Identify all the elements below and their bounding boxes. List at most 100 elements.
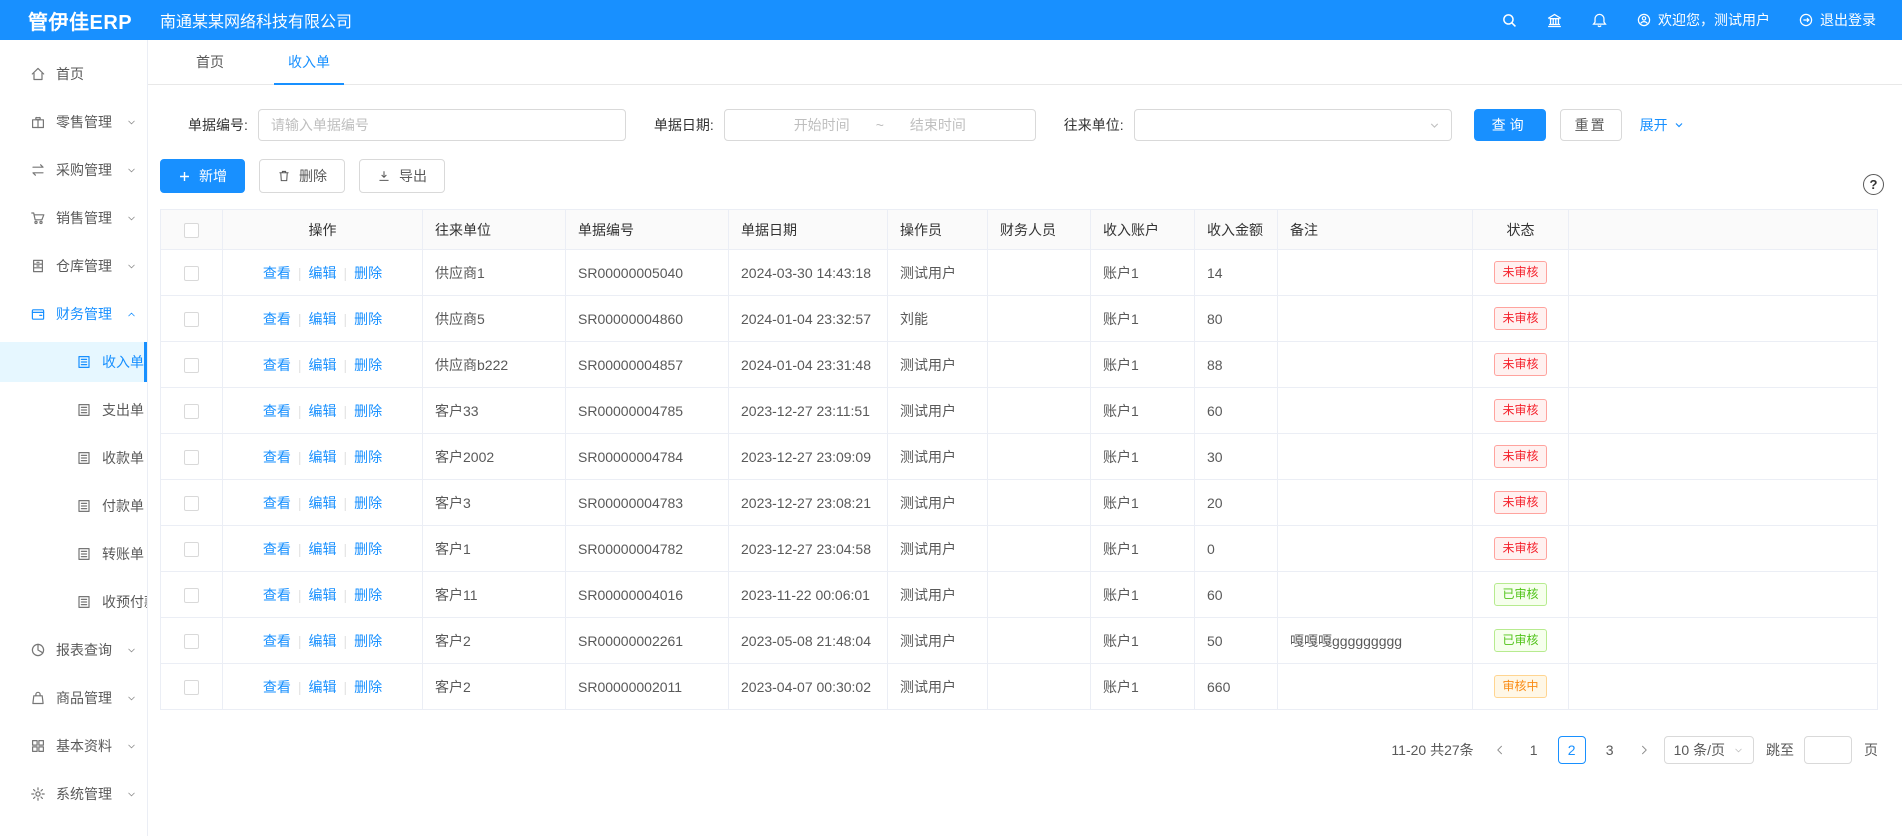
chevron-down-icon	[126, 261, 137, 272]
action-delete-link[interactable]: 删除	[354, 541, 382, 557]
help-icon[interactable]: ?	[1863, 174, 1884, 195]
action-view-link[interactable]: 查看	[263, 495, 291, 511]
bank-icon[interactable]	[1546, 12, 1563, 29]
sidebar-item-expense[interactable]: 支出单	[0, 390, 147, 430]
row-filler	[1569, 296, 1878, 342]
sidebar-item-warehouse[interactable]: 仓库管理	[0, 246, 147, 286]
delete-button[interactable]: 删除	[259, 159, 345, 193]
date-start-placeholder: 开始时间	[794, 115, 850, 135]
page-button-1[interactable]: 1	[1520, 736, 1548, 764]
action-divider: |	[344, 495, 348, 511]
sidebar-item-receipt[interactable]: 收款单	[0, 438, 147, 478]
action-view-link[interactable]: 查看	[263, 265, 291, 281]
action-delete-link[interactable]: 删除	[354, 495, 382, 511]
action-view-link[interactable]: 查看	[263, 679, 291, 695]
partner-select[interactable]	[1134, 109, 1452, 141]
search-button[interactable]: 查询	[1474, 109, 1546, 141]
add-button[interactable]: 新增	[160, 159, 245, 193]
doc-no-input[interactable]	[258, 109, 626, 141]
action-view-link[interactable]: 查看	[263, 449, 291, 465]
sidebar-item-payment[interactable]: 付款单	[0, 486, 147, 526]
logout-button[interactable]: 退出登录	[1798, 10, 1876, 30]
welcome-user[interactable]: 欢迎您，测试用户	[1636, 10, 1770, 30]
row-checkbox[interactable]	[184, 404, 199, 419]
row-checkbox[interactable]	[184, 496, 199, 511]
row-checkbox[interactable]	[184, 312, 199, 327]
sidebar-item-basic[interactable]: 基本资料	[0, 726, 147, 766]
next-page-button[interactable]	[1634, 744, 1654, 756]
jump-page-input[interactable]	[1804, 736, 1852, 764]
page-button-3[interactable]: 3	[1596, 736, 1624, 764]
date-end-placeholder: 结束时间	[910, 115, 966, 135]
app-logo[interactable]: 管伊佳ERP	[0, 6, 148, 35]
row-checkbox[interactable]	[184, 542, 199, 557]
action-edit-link[interactable]: 编辑	[309, 541, 337, 557]
sidebar-item-retail[interactable]: 零售管理	[0, 102, 147, 142]
row-checkbox[interactable]	[184, 634, 199, 649]
company-name: 南通某某网络科技有限公司	[160, 8, 352, 32]
search-icon[interactable]	[1501, 12, 1518, 29]
action-delete-link[interactable]: 删除	[354, 679, 382, 695]
row-select-cell	[161, 526, 223, 572]
sidebar-item-goods[interactable]: 商品管理	[0, 678, 147, 718]
date-range-picker[interactable]: 开始时间 ~ 结束时间	[724, 109, 1036, 141]
bell-icon[interactable]	[1591, 12, 1608, 29]
action-edit-link[interactable]: 编辑	[309, 679, 337, 695]
row-checkbox[interactable]	[184, 680, 199, 695]
action-edit-link[interactable]: 编辑	[309, 587, 337, 603]
action-edit-link[interactable]: 编辑	[309, 495, 337, 511]
action-edit-link[interactable]: 编辑	[309, 265, 337, 281]
row-checkbox[interactable]	[184, 450, 199, 465]
action-view-link[interactable]: 查看	[263, 311, 291, 327]
action-delete-link[interactable]: 删除	[354, 265, 382, 281]
chevron-down-icon	[126, 165, 137, 176]
sidebar-item-advance[interactable]: 收预付款	[0, 582, 147, 622]
row-checkbox[interactable]	[184, 266, 199, 281]
page-size-select[interactable]: 10 条/页	[1664, 736, 1754, 764]
row-actions: 查看|编辑|删除	[223, 664, 423, 710]
action-edit-link[interactable]: 编辑	[309, 311, 337, 327]
action-view-link[interactable]: 查看	[263, 587, 291, 603]
reset-button[interactable]: 重置	[1560, 109, 1622, 141]
export-button[interactable]: 导出	[359, 159, 445, 193]
select-all-checkbox[interactable]	[184, 223, 199, 238]
jump-label: 跳至	[1766, 740, 1794, 760]
row-checkbox[interactable]	[184, 588, 199, 603]
sidebar-item-reports[interactable]: 报表查询	[0, 630, 147, 670]
prev-page-button[interactable]	[1490, 744, 1510, 756]
action-delete-link[interactable]: 删除	[354, 357, 382, 373]
tab-home[interactable]: 首页	[190, 40, 230, 84]
action-view-link[interactable]: 查看	[263, 541, 291, 557]
sidebar-item-home[interactable]: 首页	[0, 54, 147, 94]
expand-link[interactable]: 展开	[1640, 115, 1685, 135]
tab-income[interactable]: 收入单	[282, 40, 336, 84]
grid-icon	[30, 738, 46, 754]
sidebar-item-system[interactable]: 系统管理	[0, 774, 147, 814]
action-edit-link[interactable]: 编辑	[309, 449, 337, 465]
cell-amount: 88	[1195, 342, 1278, 388]
row-checkbox[interactable]	[184, 358, 199, 373]
cell-note	[1278, 480, 1473, 526]
action-edit-link[interactable]: 编辑	[309, 633, 337, 649]
action-delete-link[interactable]: 删除	[354, 449, 382, 465]
sidebar-item-sales[interactable]: 销售管理	[0, 198, 147, 238]
action-delete-link[interactable]: 删除	[354, 311, 382, 327]
cell-partner: 供应商b222	[423, 342, 566, 388]
action-view-link[interactable]: 查看	[263, 403, 291, 419]
action-view-link[interactable]: 查看	[263, 633, 291, 649]
sidebar-item-transfer[interactable]: 转账单	[0, 534, 147, 574]
cell-date: 2024-03-30 14:43:18	[729, 250, 888, 296]
action-view-link[interactable]: 查看	[263, 357, 291, 373]
action-edit-link[interactable]: 编辑	[309, 357, 337, 373]
page-button-2[interactable]: 2	[1558, 736, 1586, 764]
cell-operator: 刘能	[888, 296, 988, 342]
action-delete-link[interactable]: 删除	[354, 587, 382, 603]
action-divider: |	[344, 541, 348, 557]
action-edit-link[interactable]: 编辑	[309, 403, 337, 419]
sidebar-item-income[interactable]: 收入单	[0, 342, 147, 382]
action-delete-link[interactable]: 删除	[354, 633, 382, 649]
sidebar-item-finance[interactable]: 财务管理	[0, 294, 147, 334]
action-delete-link[interactable]: 删除	[354, 403, 382, 419]
sidebar-item-purchase[interactable]: 采购管理	[0, 150, 147, 190]
row-filler	[1569, 388, 1878, 434]
